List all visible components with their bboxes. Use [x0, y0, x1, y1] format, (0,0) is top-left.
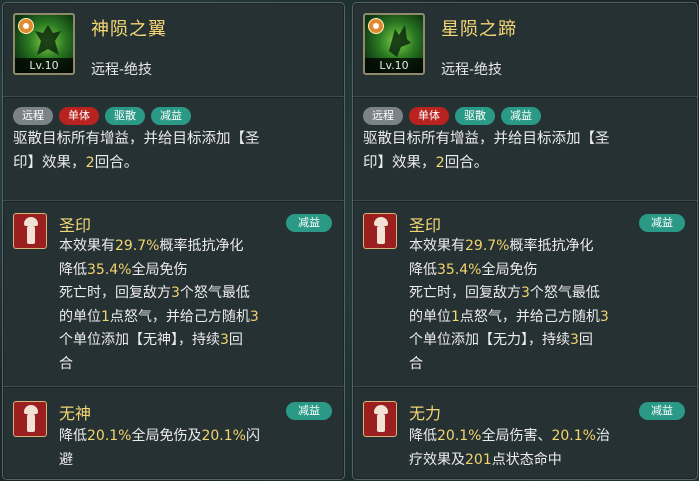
winged-hero-icon — [35, 25, 61, 55]
tag-single: 单体 — [59, 107, 99, 125]
divider — [353, 96, 697, 98]
hoof-hero-icon — [389, 25, 411, 57]
divider — [3, 200, 344, 202]
skill-name: 神陨之翼 — [91, 19, 167, 40]
skill-tooltip-card: Lv.10 星陨之蹄 远程-绝技 远程 单体 驱散 减益 驱散目标所有增益，并给… — [352, 2, 698, 480]
skill-tags: 远程 单体 驱散 减益 — [363, 107, 541, 125]
effect-name: 无力 — [409, 404, 442, 423]
weakness-effect-icon — [363, 401, 397, 437]
effect-tag: 减益 — [639, 214, 685, 232]
seal-effect-icon — [13, 213, 47, 249]
effect-name: 圣印 — [59, 216, 92, 235]
skill-type: 远程-绝技 — [441, 62, 503, 78]
effect-text: 降低20.1%全局免伤及20.1%闪 避 — [59, 428, 260, 468]
tag-dispel: 驱散 — [105, 107, 145, 125]
no-spirit-effect-icon — [13, 401, 47, 437]
tag-dispel: 驱散 — [455, 107, 495, 125]
skill-level: Lv.10 — [365, 58, 423, 73]
effect-tag: 减益 — [639, 402, 685, 420]
effect-name: 圣印 — [409, 216, 442, 235]
skill-icon: Lv.10 — [13, 13, 75, 75]
tag-ranged: 远程 — [13, 107, 53, 125]
effect-text: 本效果有29.7%概率抵抗净化 降低35.4%全局免伤 死亡时，回复敌方3个怒气… — [409, 238, 609, 372]
skill-level: Lv.10 — [15, 58, 73, 73]
effect-tag: 减益 — [286, 214, 332, 232]
divider — [3, 96, 344, 98]
skill-tooltip-card: Lv.10 神陨之翼 远程-绝技 远程 单体 驱散 减益 驱散目标所有增益，并给… — [2, 2, 345, 480]
tag-single: 单体 — [409, 107, 449, 125]
element-badge-icon — [368, 18, 384, 34]
effect-text: 本效果有29.7%概率抵抗净化 降低35.4%全局免伤 死亡时，回复敌方3个怒气… — [59, 238, 259, 372]
divider — [353, 386, 697, 388]
effect-name: 无神 — [59, 404, 92, 423]
skill-type: 远程-绝技 — [91, 62, 153, 78]
element-badge-icon — [18, 18, 34, 34]
skill-description: 驱散目标所有增益，并给目标添加【圣 印】效果，2回合。 — [13, 131, 260, 171]
skill-name: 星陨之蹄 — [441, 19, 517, 40]
skill-tags: 远程 单体 驱散 减益 — [13, 107, 191, 125]
skill-icon: Lv.10 — [363, 13, 425, 75]
divider — [3, 386, 344, 388]
divider — [353, 200, 697, 202]
effect-tag: 减益 — [286, 402, 332, 420]
seal-effect-icon — [363, 213, 397, 249]
tag-debuff: 减益 — [151, 107, 191, 125]
effect-text: 降低20.1%全局伤害、20.1%治 疗效果及201点状态命中 — [409, 428, 610, 468]
tag-debuff: 减益 — [501, 107, 541, 125]
tag-ranged: 远程 — [363, 107, 403, 125]
skill-description: 驱散目标所有增益，并给目标添加【圣 印】效果，2回合。 — [363, 131, 610, 171]
